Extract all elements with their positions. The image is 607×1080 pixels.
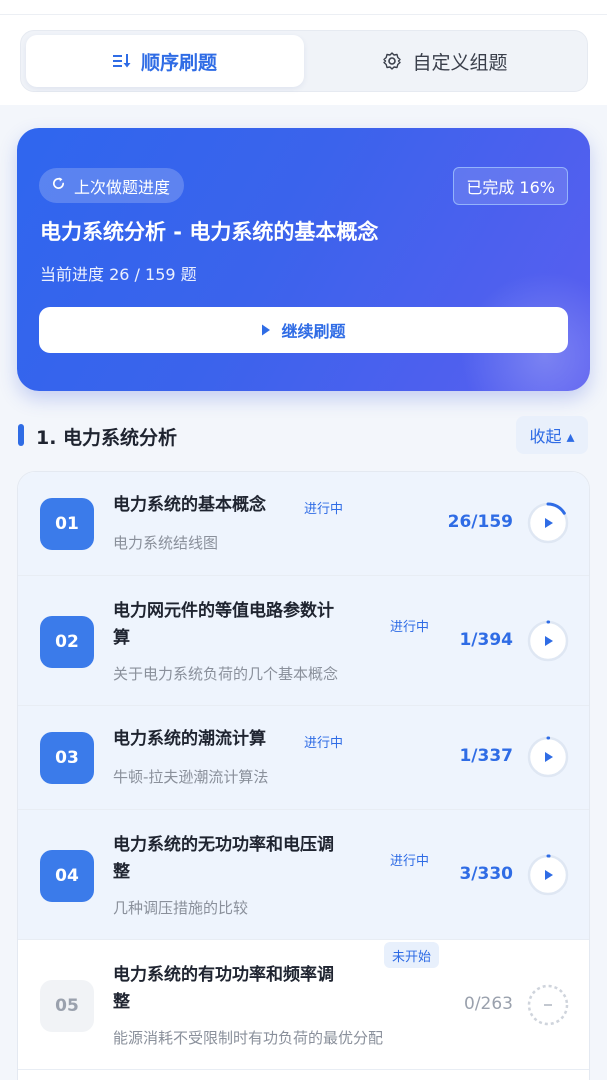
tab-custom[interactable]: 自定义组题 xyxy=(306,35,584,87)
section-marker xyxy=(18,424,24,446)
chapter-subtitle: 牛顿-拉夫逊潮流计算法 xyxy=(113,768,269,786)
last-progress-chip: 上次做题进度 xyxy=(39,168,185,203)
chapter-subtitle: 几种调压措施的比较 xyxy=(113,899,249,917)
progress-count: 0/263 xyxy=(464,994,513,1014)
gear-icon xyxy=(382,51,402,71)
tab-custom-label: 自定义组题 xyxy=(412,51,508,74)
chapter-title: 电力系统的基本概念 xyxy=(113,495,266,515)
chapter-title: 电力网元件的等值电路参数计算 xyxy=(113,601,334,648)
collapse-button[interactable]: 收起 ▴ xyxy=(516,416,588,454)
chapter-subtitle: 电力系统结线图 xyxy=(113,534,219,552)
progress-play-button[interactable] xyxy=(527,620,569,662)
status-badge: 进行中 xyxy=(390,619,430,635)
status-badge: 进行中 xyxy=(304,501,344,517)
chapter-subtitle: 能源消耗不受限制时有功负荷的最优分配 xyxy=(113,1029,384,1047)
chapter-list: 01 电力系统的基本概念 电力系统结线图 进行中 26/159 02 电力网元件的等值电路参… xyxy=(17,471,590,1080)
chapter-row[interactable]: 04 电力系统的无功功率和电压调整几种调压措施的比较 进行中 3/330 xyxy=(18,810,589,940)
progress-play-button[interactable] xyxy=(527,854,569,896)
chapter-title: 电力系统的有功功率和频率调整 xyxy=(113,965,334,1012)
chapter-subtitle: 关于电力系统负荷的几个基本概念 xyxy=(113,665,339,683)
progress-count: 1/337 xyxy=(459,746,513,766)
last-progress-card: 上次做题进度 已完成 16% 电力系统分析 - 电力系统的基本概念 当前进度 2… xyxy=(17,128,590,391)
chapter-number: 02 xyxy=(40,616,94,668)
progress-count: 3/330 xyxy=(459,864,513,884)
list-sort-icon xyxy=(112,53,131,69)
progress-count: 26/159 xyxy=(447,512,513,532)
status-badge: 进行中 xyxy=(304,735,344,751)
chapter-row[interactable]: 05 电力系统的有功功率和频率调整能源消耗不受限制时有功负荷的最优分配 未开始 0/2… xyxy=(18,940,589,1070)
chapter-row[interactable]: 01 电力系统的基本概念 电力系统结线图 进行中 26/159 xyxy=(18,472,589,576)
refresh-icon xyxy=(51,176,66,195)
divider xyxy=(0,14,607,15)
chapter-number: 05 xyxy=(40,980,94,1032)
hero-progress-text: 当前进度 26 / 159 题 xyxy=(40,265,197,284)
play-icon xyxy=(261,321,271,340)
progress-play-button[interactable] xyxy=(527,736,569,778)
chapter-row[interactable]: 03 电力系统的潮流计算 牛顿-拉夫逊潮流计算法 进行中 1/337 xyxy=(18,706,589,810)
continue-button[interactable]: 继续刷题 xyxy=(39,307,568,353)
status-badge: 未开始 xyxy=(384,942,440,968)
chapter-number: 01 xyxy=(40,498,94,550)
chapter-row[interactable]: 02 电力网元件的等值电路参数计算关于电力系统负荷的几个基本概念 进行中 1/394 xyxy=(18,576,589,706)
chapter-number: 03 xyxy=(40,732,94,784)
progress-count: 1/394 xyxy=(459,630,513,650)
completed-badge: 已完成 16% xyxy=(453,167,568,205)
not-started-indicator[interactable] xyxy=(527,984,569,1026)
chapter-title: 电力系统的潮流计算 xyxy=(113,729,266,749)
chapter-title: 电力系统的无功功率和电压调整 xyxy=(113,835,334,882)
progress-play-button[interactable] xyxy=(527,502,569,544)
mode-tabs: 顺序刷题 自定义组题 xyxy=(20,30,588,92)
tab-sequential-label: 顺序刷题 xyxy=(140,51,217,74)
status-badge: 进行中 xyxy=(390,853,430,869)
hero-title: 电力系统分析 - 电力系统的基本概念 xyxy=(40,220,379,244)
chip-label: 上次做题进度 xyxy=(74,177,171,197)
chapter-number: 04 xyxy=(40,850,94,902)
continue-label: 继续刷题 xyxy=(281,322,346,341)
section-title: 1. 电力系统分析 xyxy=(36,427,178,449)
tab-sequential[interactable]: 顺序刷题 xyxy=(26,35,304,87)
